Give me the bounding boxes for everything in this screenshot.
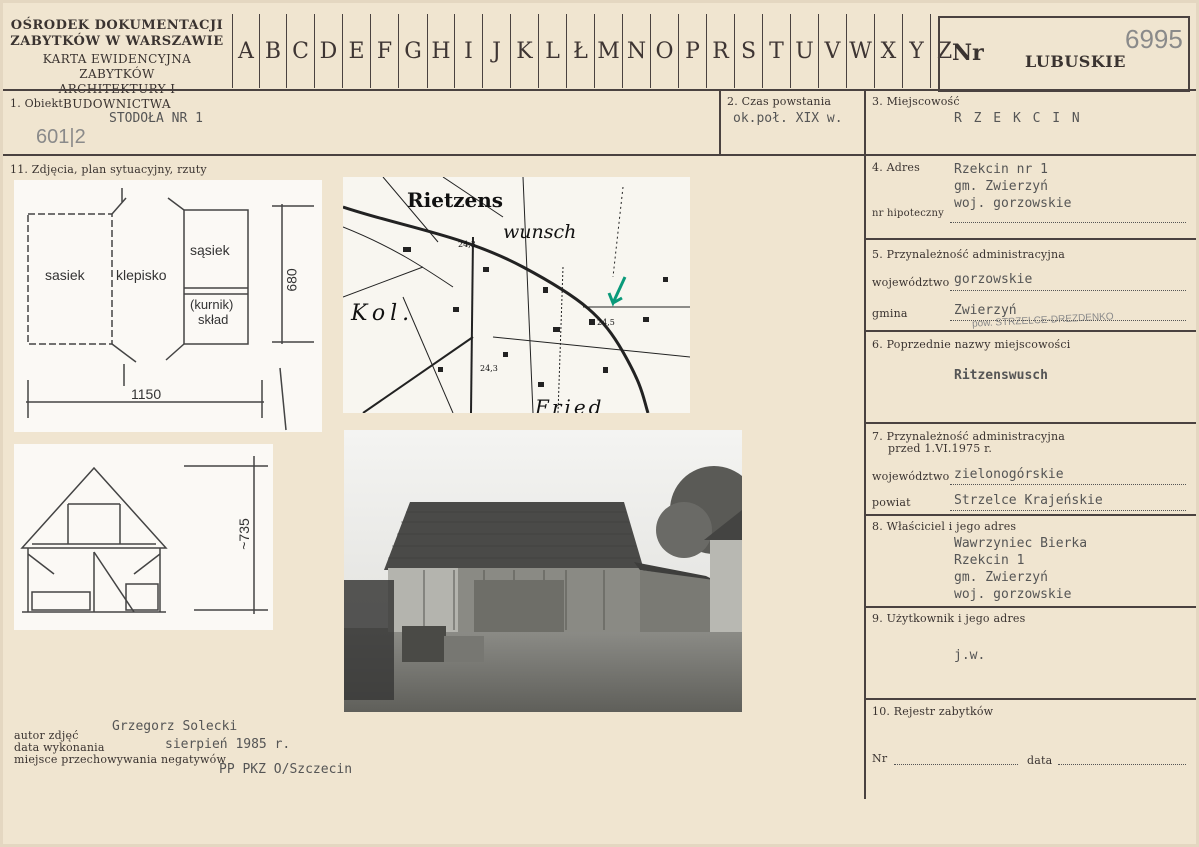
alphabet-letter: V xyxy=(818,14,846,88)
map-spot-height-2: 24,5 xyxy=(597,318,615,327)
map-label-fried: Fried xyxy=(535,395,605,413)
alphabet-letter: Y xyxy=(902,14,930,88)
field-prev-names-value: Ritzenswusch xyxy=(954,368,1048,383)
field-photos-label: 11. Zdjęcia, plan sytuacyjny, rzuty xyxy=(10,163,207,176)
nr-label: Nr xyxy=(952,40,984,66)
plan-room-kurnik: (kurnik) xyxy=(190,297,234,312)
field-owner-line3: gm. Zwierzyń xyxy=(954,570,1048,585)
map-spot-height-3: 24,3 xyxy=(480,364,498,373)
field-address-line2: gm. Zwierzyń xyxy=(954,179,1048,194)
field-old-voivodeship-label: województwo xyxy=(872,470,950,483)
field-locality-label: 3. Miejscowość xyxy=(872,95,960,108)
alphabet-letter: F xyxy=(370,14,398,88)
section-height-dimension: ~735 xyxy=(235,518,252,550)
alphabet-letter: E xyxy=(342,14,370,88)
map-label-rietzens: Rietzens xyxy=(407,188,504,212)
region-label: LUBUSKIE xyxy=(1025,52,1126,71)
card-number: 6995 xyxy=(1125,24,1183,54)
map-spot-height-1: 24,3 xyxy=(458,240,476,249)
field-owner-line1: Wawrzyniec Bierka xyxy=(954,536,1088,551)
plan-width-dimension: 1150 xyxy=(131,386,162,402)
field-owner-line4: woj. gorzowskie xyxy=(954,587,1072,602)
map-label-kol: Kol. xyxy=(351,301,415,326)
alphabet-letter: S xyxy=(734,14,762,88)
plan-room-sasiek2: sąsiek xyxy=(190,242,230,258)
situation-map-photo: Rietzens wunsch Kol. Fried 24,3 24,5 24,… xyxy=(343,177,690,413)
footer-date-value: sierpień 1985 r. xyxy=(165,737,291,752)
plan-room-klepisko: klepisko xyxy=(116,267,167,283)
field-locality-value: R Z E K C I N xyxy=(954,111,1082,126)
field-user-label: 9. Użytkownik i jego adres xyxy=(872,612,1026,625)
alphabet-letter: U xyxy=(790,14,818,88)
floor-plan-drawing xyxy=(26,188,314,431)
field-register-label: 10. Rejestr zabytków xyxy=(872,705,994,718)
field-object-value: STODOŁA NR 1 xyxy=(109,111,203,126)
field-powiat-value: Strzelce Krajeńskie xyxy=(954,493,1103,508)
alphabet-letter: A xyxy=(232,14,259,88)
alphabet-letter: L xyxy=(538,14,566,88)
field-object-handwritten: 601|2 xyxy=(36,126,86,148)
field-address-label: 4. Adres xyxy=(872,161,920,174)
field-old-voivodeship-value: zielonogórskie xyxy=(954,467,1064,482)
field-owner-line2: Rzekcin 1 xyxy=(954,553,1025,568)
alphabet-letter: P xyxy=(678,14,706,88)
cross-section-photo: ~735 xyxy=(14,444,273,630)
field-prev-names-label: 6. Poprzednie nazwy miejscowości xyxy=(872,338,1071,351)
field-user-value: j.w. xyxy=(954,648,986,663)
field-register-nr-label: Nr xyxy=(872,752,888,765)
alphabet-letter: N xyxy=(622,14,650,88)
floor-plan-photo: sasiek klepisko sąsiek (kurnik) skład 11… xyxy=(14,180,322,432)
alphabet-letter: C xyxy=(286,14,314,88)
alphabet-letter: J xyxy=(482,14,510,88)
alphabet-letter: Ł xyxy=(566,14,594,88)
field-date-label: 2. Czas powstania xyxy=(727,95,832,108)
field-admin-old-label2: przed 1.VI.1975 r. xyxy=(888,442,993,455)
alphabet-letter: I xyxy=(454,14,482,88)
map-label-wunsch: wunsch xyxy=(503,221,577,243)
institution-line2: ZABYTKÓW W WARSZAWIE xyxy=(10,34,224,49)
institution-line3: KARTA EWIDENCYJNA ZABYTKÓW xyxy=(42,52,192,81)
field-admin-label: 5. Przynależność administracyjna xyxy=(872,248,1065,261)
alphabet-letter: G xyxy=(398,14,427,88)
field-object-label: 1. Obiekt xyxy=(10,97,63,110)
institution-line1: OŚRODEK DOKUMENTACJI xyxy=(10,18,224,33)
field-register-date-label: data xyxy=(1027,754,1053,767)
alphabet-letter: O xyxy=(650,14,678,88)
field-date-value: ok.poł. XIX w. xyxy=(733,111,843,126)
alphabet-letter: H xyxy=(427,14,454,88)
alphabet-letter: D xyxy=(314,14,342,88)
field-address-line1: Rzekcin nr 1 xyxy=(954,162,1048,177)
field-gmina-label: gmina xyxy=(872,307,908,320)
footer-place-label: miejsce przechowywania negatywów xyxy=(14,753,227,766)
cross-section-drawing xyxy=(20,456,268,614)
alphabet-letter: M xyxy=(594,14,622,88)
alphabet-letter: X xyxy=(874,14,902,88)
plan-room-sasiek: sasiek xyxy=(45,267,85,283)
field-voivodeship-value: gorzowskie xyxy=(954,272,1033,287)
field-address-line3: woj. gorzowskie xyxy=(954,196,1072,211)
alphabet-index: ABCDEFGHIJKLŁMNOPRSTUVWXYZ xyxy=(232,14,958,88)
field-gmina-value: Zwierzyń xyxy=(954,303,1017,318)
barn-photograph xyxy=(344,430,742,712)
alphabet-letter: K xyxy=(510,14,538,88)
footer-author-value: Grzegorz Solecki xyxy=(112,719,238,734)
field-owner-label: 8. Właściciel i jego adres xyxy=(872,520,1017,533)
field-voivodeship-label: województwo xyxy=(872,276,950,289)
alphabet-letter: R xyxy=(706,14,734,88)
footer-place-value: PP PKZ O/Szczecin xyxy=(219,762,353,777)
alphabet-letter: W xyxy=(846,14,874,88)
barn-photo-image xyxy=(344,430,742,712)
map-drawing xyxy=(343,177,690,413)
alphabet-letter: B xyxy=(259,14,286,88)
field-hipo-label: nr hipoteczny xyxy=(872,208,944,219)
alphabet-letter: T xyxy=(762,14,790,88)
field-powiat-label: powiat xyxy=(872,496,911,509)
plan-depth-dimension: 680 xyxy=(283,268,300,292)
plan-room-sklad: skład xyxy=(198,312,229,327)
